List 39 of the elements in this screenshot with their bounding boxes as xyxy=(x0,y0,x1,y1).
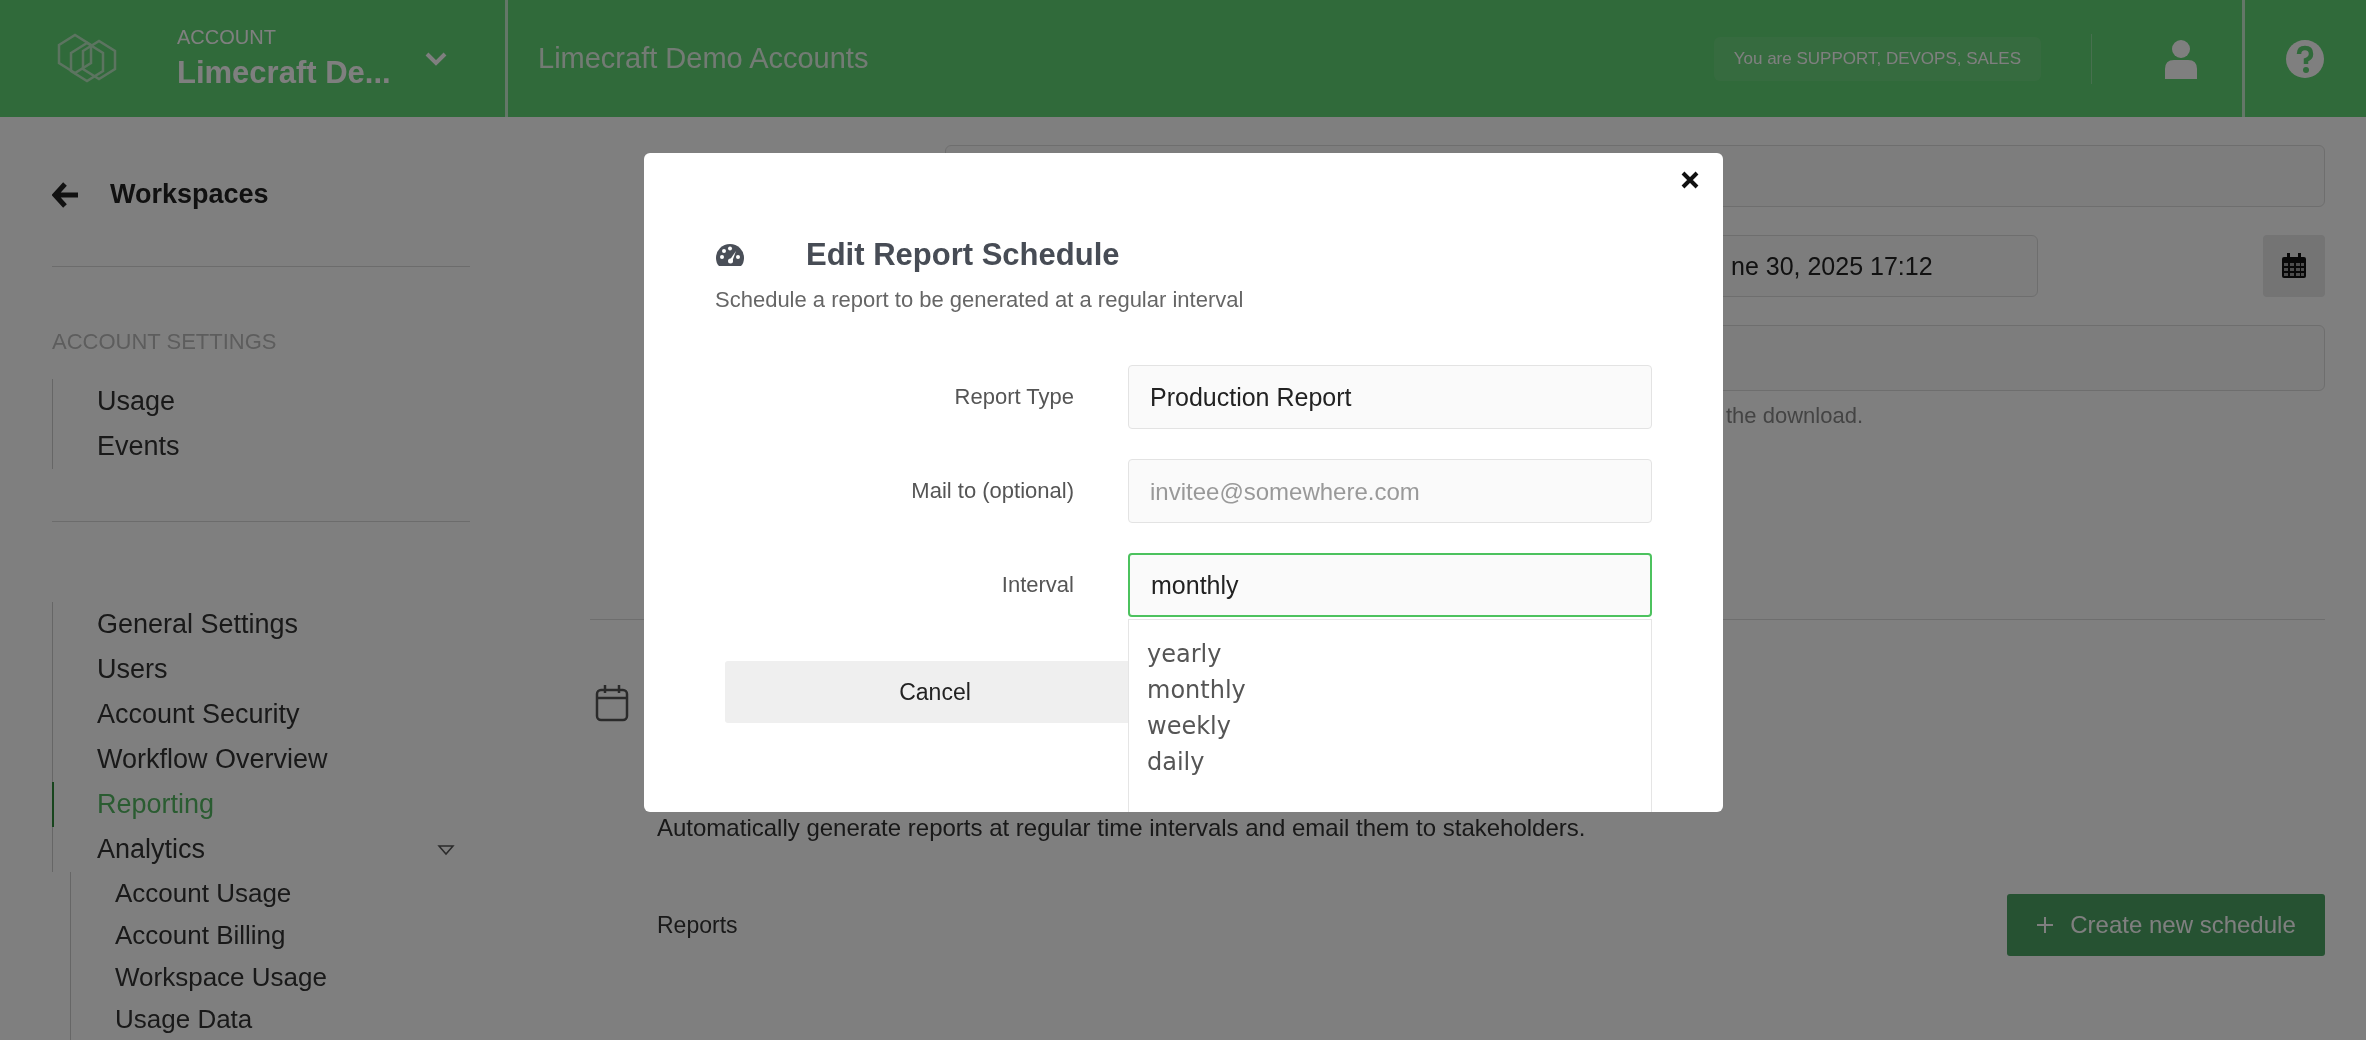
gauge-icon xyxy=(715,243,745,267)
nav-item[interactable]: Usage Data xyxy=(115,1003,445,1035)
nav-item[interactable]: General Settings xyxy=(97,609,471,640)
nav-item[interactable]: Events xyxy=(97,431,471,462)
dropdown-option[interactable]: daily xyxy=(1147,748,1633,776)
nav-item[interactable]: Workspace Usage xyxy=(115,961,445,993)
back-arrow-icon[interactable] xyxy=(52,181,80,208)
back-link[interactable]: Workspaces xyxy=(110,179,269,210)
hint-text: the download. xyxy=(1726,403,1864,429)
input-field[interactable]: monthly xyxy=(1128,553,1652,617)
nav-item[interactable]: Account Security xyxy=(97,699,471,730)
field-label: Report Type xyxy=(953,384,1074,410)
expand-triangle-icon[interactable] xyxy=(437,843,455,856)
calendar-button[interactable] xyxy=(2263,235,2325,297)
nav-item[interactable]: Users xyxy=(97,654,471,685)
dropdown-option[interactable]: weekly xyxy=(1147,712,1633,740)
account-label: ACCOUNT xyxy=(177,26,277,49)
create-schedule-button[interactable]: Create new schedule xyxy=(2007,894,2325,956)
input-field[interactable]: Production Report xyxy=(1128,365,1652,429)
nav-item[interactable]: Workflow Overview xyxy=(97,744,471,775)
nav-item[interactable]: Analytics xyxy=(97,834,437,865)
reports-label: Reports xyxy=(657,911,738,939)
calendar-icon xyxy=(2281,253,2307,279)
dialog-subtitle: Schedule a report to be generated at a regular interval xyxy=(715,287,1245,313)
dropdown-option[interactable]: monthly xyxy=(1147,676,1633,704)
description-text: Automatically generate reports at regular time intervals and email them to stakeholders. xyxy=(657,814,1587,842)
dialog-title: Edit Report Schedule xyxy=(806,237,1120,273)
account-name: Limecraft De... xyxy=(177,55,392,91)
nav-item[interactable]: Usage xyxy=(97,386,471,417)
nav-item[interactable]: Account Usage xyxy=(115,877,445,909)
nav-item[interactable]: Account Billing xyxy=(115,919,445,951)
calendar-icon xyxy=(595,684,629,722)
plus-icon xyxy=(2036,916,2055,934)
field-label: Interval xyxy=(1000,572,1074,598)
field-label: Mail to (optional) xyxy=(910,478,1074,504)
page-title: Limecraft Demo Accounts xyxy=(538,42,870,75)
dropdown-option[interactable]: yearly xyxy=(1147,640,1633,668)
input-field[interactable]: invitee@somewhere.com xyxy=(1128,459,1652,523)
close-icon[interactable] xyxy=(1681,171,1699,189)
